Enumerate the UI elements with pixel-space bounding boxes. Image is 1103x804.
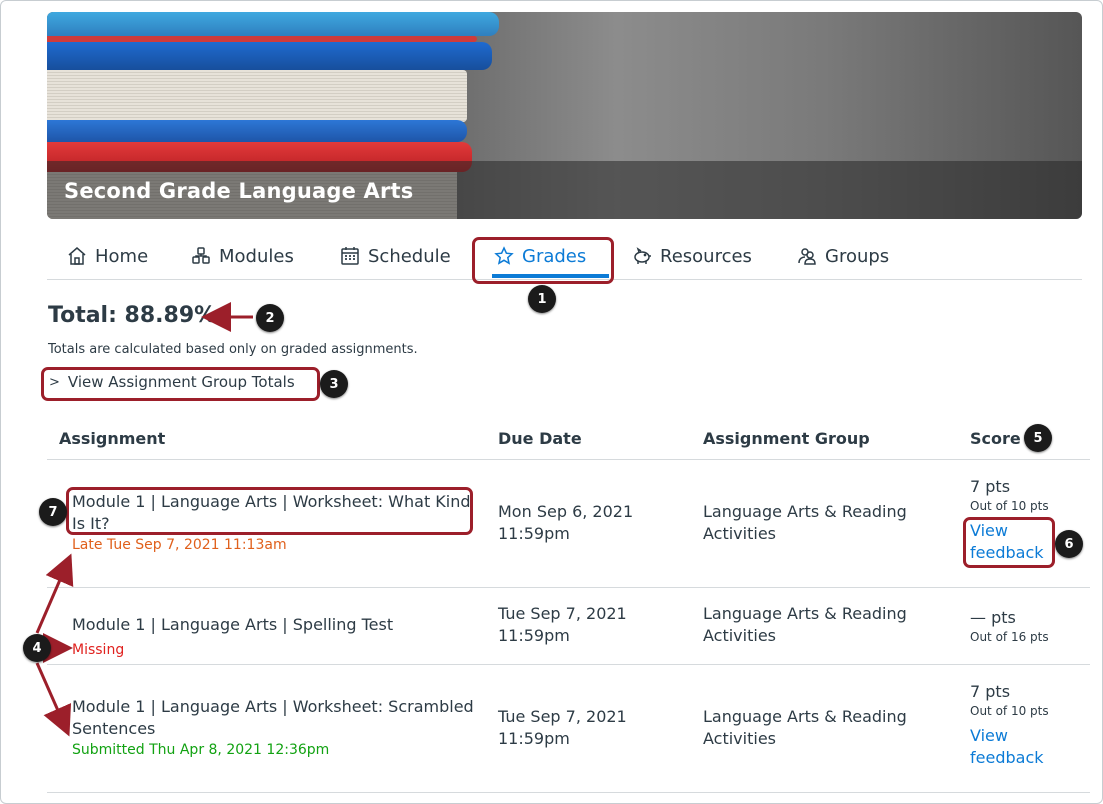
app-window: Second Grade Language Arts Home Modules … <box>0 0 1103 804</box>
callout-4: 4 <box>23 634 51 662</box>
annotation-arrows <box>35 302 253 737</box>
